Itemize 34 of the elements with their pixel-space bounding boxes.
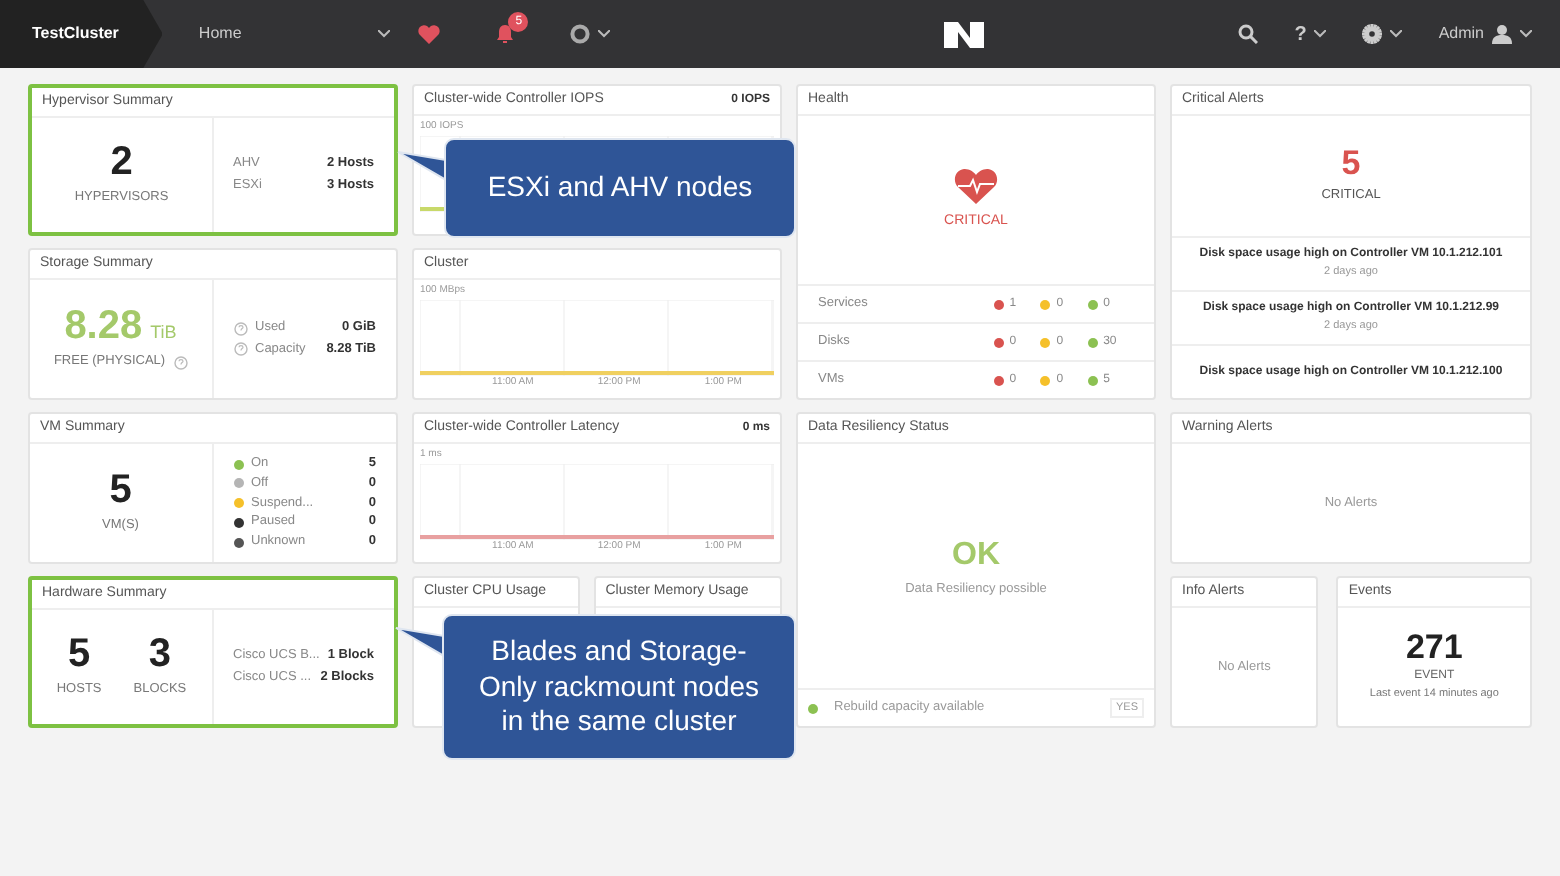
resiliency-status: OK [952,536,1000,577]
callout-pointer [394,626,444,658]
storage-value: 8.28 [64,305,143,346]
caret-icon[interactable] [1314,30,1327,38]
event-count: 271 [1405,630,1463,665]
status-dot [808,703,818,713]
callout: Blades and Storage-Only rackmount nodes in the same cluster [442,614,796,760]
callout: ESXi and AHV nodes [444,138,796,238]
stat-value: 5 [68,634,91,675]
user-icon[interactable] [1492,24,1512,44]
bell-icon[interactable] [496,24,515,44]
cluster-name[interactable]: TestCluster [0,0,163,68]
help-icon [173,355,188,370]
logo-icon [944,21,985,47]
caret-icon[interactable] [378,30,391,38]
alert-count: 5 [1341,146,1361,181]
stat-value: 3 [148,634,172,675]
user-menu[interactable]: Admin [1438,22,1484,46]
settings-icon[interactable] [1362,24,1383,44]
heart-pulse-icon [954,167,998,204]
vm-count: 5 [109,470,132,511]
caret-icon[interactable] [1520,30,1532,38]
caret-icon[interactable] [598,30,611,38]
search-icon[interactable] [1238,24,1259,44]
hypervisor-count: 2 [110,142,133,183]
help-menu[interactable]: ? [1294,19,1307,49]
help-icon [233,342,247,357]
circle-icon[interactable] [570,24,591,44]
help-icon [233,321,247,336]
storage-unit: TiB [150,319,177,346]
callout-pointer [396,150,446,182]
caret-icon[interactable] [1390,30,1403,38]
heart-icon[interactable] [418,24,441,44]
page-menu[interactable]: Home [198,22,242,46]
